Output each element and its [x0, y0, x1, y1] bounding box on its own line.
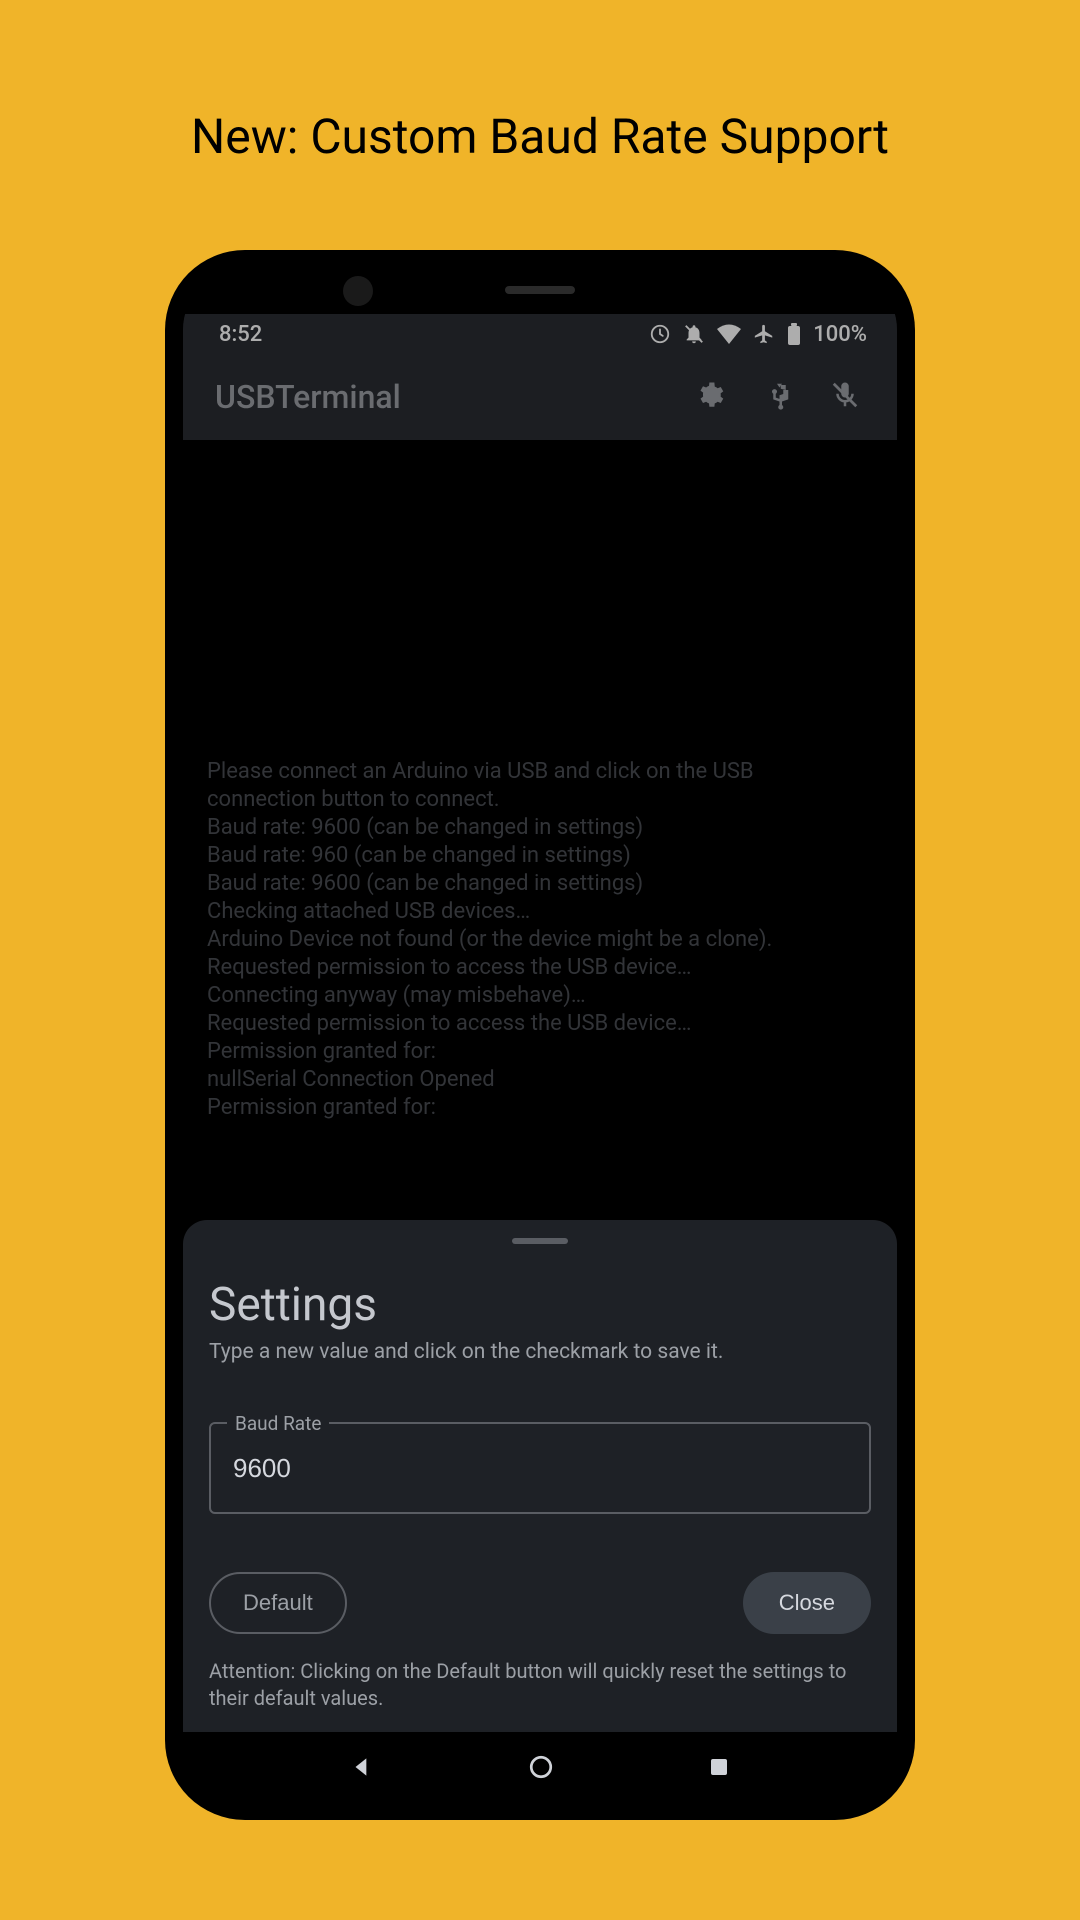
terminal-line: connection button to connect. [207, 786, 873, 814]
status-time: 8:52 [219, 322, 262, 347]
nav-recent-button[interactable] [707, 1755, 731, 1779]
promo-title: New: Custom Baud Rate Support [191, 108, 889, 165]
close-button[interactable]: Close [743, 1572, 871, 1634]
sheet-title: Settings [209, 1278, 871, 1332]
terminal-line: Requested permission to access the USB d… [207, 1010, 873, 1038]
terminal-line: Please connect an Arduino via USB and cl… [207, 758, 873, 786]
phone-camera [343, 276, 373, 306]
sheet-handle[interactable] [512, 1238, 568, 1244]
baud-rate-label: Baud Rate [227, 1412, 329, 1435]
screen: 8:52 1 [183, 314, 897, 1802]
terminal-line: nullSerial Connection Opened [207, 1066, 873, 1094]
default-button[interactable]: Default [209, 1572, 347, 1634]
battery-percent: 100% [813, 322, 867, 347]
nav-home-button[interactable] [528, 1754, 554, 1780]
wifi-icon [717, 324, 741, 344]
baud-rate-input[interactable] [233, 1453, 847, 1484]
sheet-subtitle: Type a new value and click on the checkm… [209, 1338, 871, 1366]
terminal-line: Requested permission to access the USB d… [207, 954, 873, 982]
phone-inner: 8:52 1 [183, 268, 897, 1802]
status-icons: 100% [649, 322, 867, 347]
status-bar: 8:52 1 [183, 314, 897, 354]
settings-sheet: Settings Type a new value and click on t… [183, 1220, 897, 1732]
usb-icon [762, 380, 792, 414]
terminal-line: Baud rate: 960 (can be changed in settin… [207, 842, 873, 870]
app-bar: USBTerminal [183, 354, 897, 440]
settings-button[interactable] [681, 369, 737, 425]
airplane-icon [753, 323, 775, 345]
mic-off-button[interactable] [817, 369, 873, 425]
nav-back-button[interactable] [349, 1754, 375, 1780]
terminal-line: Arduino Device not found (or the device … [207, 926, 873, 954]
update-icon [649, 323, 671, 345]
terminal-line: Baud rate: 9600 (can be changed in setti… [207, 870, 873, 898]
usb-connect-button[interactable] [749, 369, 805, 425]
gear-icon [694, 380, 724, 414]
terminal-line: Connecting anyway (may misbehave)… [207, 982, 873, 1010]
sheet-warning: Attention: Clicking on the Default butto… [209, 1658, 871, 1712]
terminal-line: Permission granted for: [207, 1038, 873, 1066]
dnd-icon [683, 323, 705, 345]
terminal-line: Checking attached USB devices… [207, 898, 873, 926]
baud-rate-field[interactable]: Baud Rate [209, 1422, 871, 1514]
sheet-buttons: Default Close [209, 1572, 871, 1634]
phone-frame: 8:52 1 [165, 250, 915, 1820]
terminal-line: Permission granted for: [207, 1094, 873, 1122]
nav-bar [183, 1732, 897, 1802]
terminal-line: Baud rate: 9600 (can be changed in setti… [207, 814, 873, 842]
phone-speaker [505, 286, 575, 294]
mic-off-icon [830, 380, 860, 414]
app-title: USBTerminal [215, 378, 669, 416]
battery-icon [787, 323, 801, 345]
